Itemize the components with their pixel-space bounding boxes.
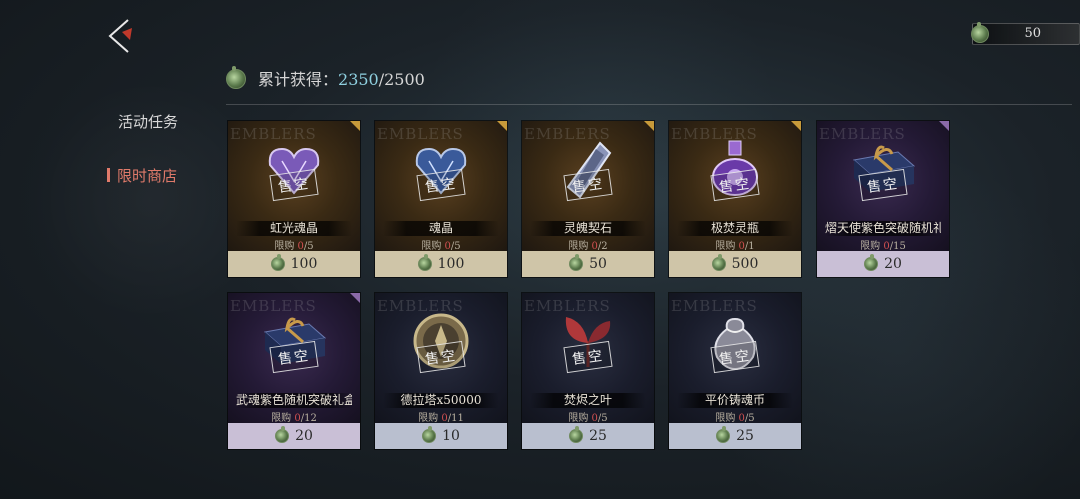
soul-gem-icon (864, 254, 879, 271)
soul-gem-icon (716, 426, 731, 443)
progress-current: 2350 (338, 70, 379, 89)
nav-item-activity-tasks[interactable]: 活动任务 (118, 111, 178, 132)
soul-gem-icon (275, 426, 290, 443)
card-watermark: EMBLERS (230, 297, 317, 315)
price-bar: 25 (522, 423, 654, 449)
price-bar: 20 (817, 251, 949, 277)
soul-gem-icon (569, 426, 584, 443)
soul-gem-icon (711, 254, 726, 271)
price-bar: 100 (375, 251, 507, 277)
active-indicator (107, 168, 110, 182)
purchase-limit: 限购 0/5 (669, 409, 801, 424)
shop-item-card[interactable]: EMBLERS 售空 熠天使紫色突破随机礼盒 限购 0/15 20 (816, 120, 950, 278)
back-arrow-icon (108, 19, 132, 53)
shop-item-card[interactable]: EMBLERS 售空 极焚灵瓶 限购 0/1 500 (668, 120, 802, 278)
purchase-limit: 限购 0/5 (522, 409, 654, 424)
progress-total: /2500 (378, 70, 425, 89)
soul-gem-icon (569, 254, 584, 271)
shop-item-card[interactable]: EMBLERS 售空 焚烬之叶 限购 0/5 25 (521, 292, 655, 450)
back-button[interactable] (104, 16, 138, 56)
rarity-corner (644, 121, 654, 131)
purchase-limit: 限购 0/15 (817, 237, 949, 252)
shop-item-card[interactable]: EMBLERS 售空 灵魄契石 限购 0/2 50 (521, 120, 655, 278)
nav-item-label: 活动任务 (118, 113, 179, 131)
item-price: 25 (589, 428, 607, 444)
purchase-limit: 限购 0/5 (228, 237, 360, 252)
nav-item-label: 限时商店 (117, 167, 178, 185)
price-bar: 50 (522, 251, 654, 277)
price-bar: 500 (669, 251, 801, 277)
purchase-limit: 限购 0/2 (522, 237, 654, 252)
item-price: 10 (442, 428, 460, 444)
price-bar: 10 (375, 423, 507, 449)
item-name: 虹光魂晶 (236, 221, 352, 236)
rarity-corner (497, 121, 507, 131)
item-price: 50 (589, 256, 607, 272)
item-name: 魂晶 (383, 221, 499, 236)
item-price: 100 (290, 256, 318, 272)
progress-summary: 累计获得：2350/2500 (226, 65, 425, 91)
nav-item-limited-shop[interactable]: 限时商店 (107, 165, 177, 186)
purchase-limit: 限购 0/1 (669, 237, 801, 252)
soul-gem-icon (270, 254, 285, 271)
shop-item-card[interactable]: EMBLERS 售空 虹光魂晶 限购 0/5 100 (227, 120, 361, 278)
shop-item-card[interactable]: EMBLERS 售空 武魂紫色随机突破礼盒 限购 0/12 20 (227, 292, 361, 450)
soul-gem-icon (417, 254, 432, 271)
currency-value: 50 (1024, 26, 1041, 41)
item-name: 武魂紫色随机突破礼盒 (236, 393, 352, 408)
divider (226, 104, 1072, 105)
currency-display: 50 (971, 22, 1080, 45)
item-name: 熠天使紫色突破随机礼盒 (825, 221, 941, 236)
purchase-limit: 限购 0/11 (375, 409, 507, 424)
price-bar: 100 (228, 251, 360, 277)
rarity-corner (350, 121, 360, 131)
item-price: 100 (437, 256, 465, 272)
price-bar: 25 (669, 423, 801, 449)
item-name: 焚烬之叶 (530, 393, 646, 408)
item-name: 德拉塔x50000 (383, 393, 499, 408)
shop-item-card[interactable]: EMBLERS 售空 德拉塔x50000 限购 0/11 10 (374, 292, 508, 450)
card-watermark: EMBLERS (819, 125, 906, 143)
rarity-corner (350, 293, 360, 303)
item-price: 20 (295, 428, 313, 444)
item-name: 极焚灵瓶 (677, 221, 793, 236)
purchase-limit: 限购 0/12 (228, 409, 360, 424)
soul-gem-icon (422, 426, 437, 443)
item-name: 灵魄契石 (530, 221, 646, 236)
item-price: 20 (884, 256, 902, 272)
price-bar: 20 (228, 423, 360, 449)
soul-gem-icon (971, 22, 989, 43)
item-name: 平价铸魂币 (677, 393, 793, 408)
shop-item-card[interactable]: EMBLERS 售空 魂晶 限购 0/5 100 (374, 120, 508, 278)
item-price: 25 (736, 428, 754, 444)
soul-gem-icon (226, 65, 246, 89)
rarity-corner (939, 121, 949, 131)
item-price: 500 (731, 256, 759, 272)
rarity-corner (791, 121, 801, 131)
shop-item-card[interactable]: EMBLERS 售空 平价铸魂币 限购 0/5 25 (668, 292, 802, 450)
purchase-limit: 限购 0/5 (375, 237, 507, 252)
progress-label: 累计获得： (258, 70, 339, 89)
